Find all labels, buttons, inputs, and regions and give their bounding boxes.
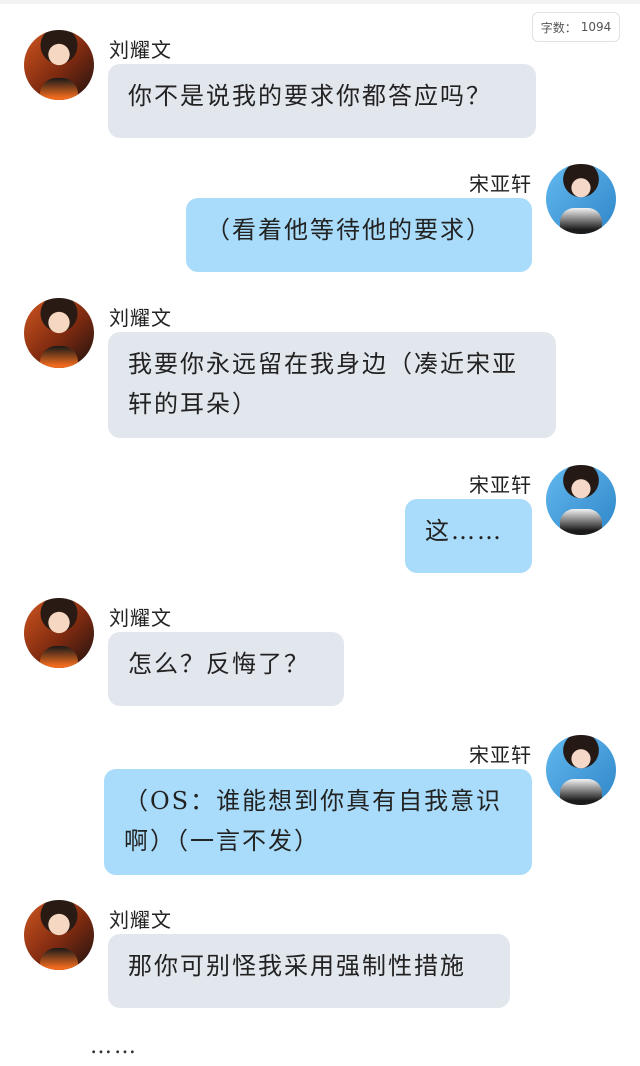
word-count-badge: 字数： 1094 bbox=[532, 12, 620, 42]
message-bubble: 这…… bbox=[405, 499, 532, 573]
message-bubble: （OS：谁能想到你真有自我意识啊）（一言不发） bbox=[104, 769, 532, 875]
message-bubble: 那你可别怪我采用强制性措施 bbox=[108, 934, 510, 1008]
message-bubble: 你不是说我的要求你都答应吗？ bbox=[108, 64, 536, 138]
top-divider bbox=[0, 0, 640, 4]
sender-avatar-liu[interactable] bbox=[24, 298, 94, 368]
sender-avatar-song[interactable] bbox=[546, 465, 616, 535]
message-bubble: 怎么？反悔了？ bbox=[108, 632, 344, 706]
sender-name: 宋亚轩 bbox=[469, 473, 532, 497]
sender-avatar-song[interactable] bbox=[546, 164, 616, 234]
sender-avatar-liu[interactable] bbox=[24, 900, 94, 970]
sender-avatar-song[interactable] bbox=[546, 735, 616, 805]
sender-avatar-liu[interactable] bbox=[24, 598, 94, 668]
message-bubble: 我要你永远留在我身边（凑近宋亚轩的耳朵） bbox=[108, 332, 556, 438]
footer-ellipsis: …… bbox=[90, 1034, 138, 1059]
word-count-label: 字数： bbox=[540, 20, 577, 35]
sender-name: 刘耀文 bbox=[109, 606, 172, 630]
sender-avatar-liu[interactable] bbox=[24, 30, 94, 100]
sender-name: 宋亚轩 bbox=[469, 172, 532, 196]
sender-name: 宋亚轩 bbox=[469, 743, 532, 767]
word-count-value: 1094 bbox=[580, 20, 612, 34]
sender-name: 刘耀文 bbox=[109, 306, 172, 330]
sender-name: 刘耀文 bbox=[109, 908, 172, 932]
message-bubble: （看着他等待他的要求） bbox=[186, 198, 532, 272]
sender-name: 刘耀文 bbox=[109, 38, 172, 62]
